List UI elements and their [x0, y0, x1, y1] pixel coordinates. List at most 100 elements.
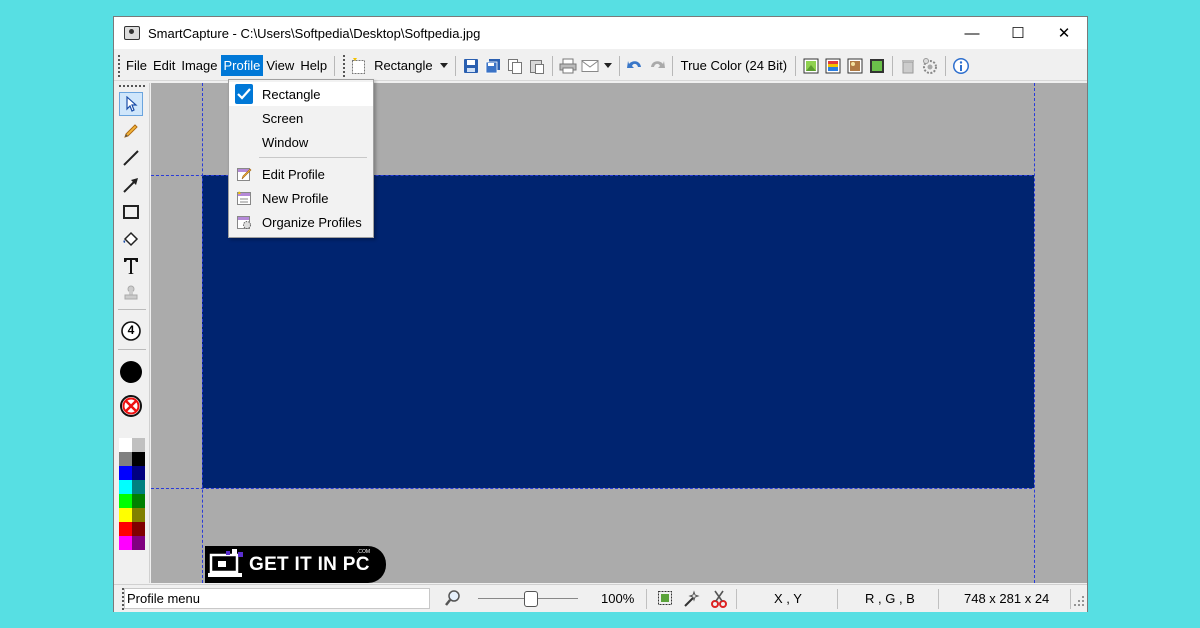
- brush-size-icon[interactable]: [119, 360, 143, 384]
- magic-wand-icon[interactable]: [682, 590, 700, 611]
- edit-profile-icon: [235, 165, 253, 183]
- tools-grip[interactable]: [119, 85, 145, 87]
- menu-separator: [259, 157, 367, 158]
- color-swatch[interactable]: [119, 480, 132, 494]
- color-swatch[interactable]: [119, 494, 132, 508]
- capture-mode-label[interactable]: Rectangle: [370, 58, 437, 73]
- redo-icon[interactable]: [646, 55, 668, 77]
- color-swatch[interactable]: [132, 452, 145, 466]
- scissors-icon[interactable]: [710, 590, 728, 611]
- menu-item-window[interactable]: Window: [229, 130, 373, 154]
- settings-icon[interactable]: [919, 55, 941, 77]
- no-fill-icon[interactable]: [119, 394, 143, 418]
- minimize-button[interactable]: —: [949, 17, 995, 49]
- color-swatch[interactable]: [119, 438, 132, 452]
- selection-guide-left: [202, 83, 203, 583]
- menu-item-rectangle[interactable]: Rectangle: [229, 82, 373, 106]
- rectangle-tool-icon[interactable]: [119, 200, 143, 224]
- palette-icon[interactable]: [822, 55, 844, 77]
- save-all-icon[interactable]: [482, 55, 504, 77]
- stamp-tool-icon[interactable]: [119, 281, 143, 305]
- menu-item-label: Window: [262, 134, 309, 150]
- selection-guide-bottom: [151, 488, 1087, 489]
- save-icon[interactable]: [460, 55, 482, 77]
- pointer-tool-icon[interactable]: [119, 92, 143, 116]
- zoom-slider-thumb[interactable]: [524, 591, 538, 607]
- email-dropdown-icon[interactable]: [601, 55, 615, 77]
- numbering-tool-value: 4: [127, 323, 135, 337]
- color-swatch[interactable]: [132, 522, 145, 536]
- copy-icon[interactable]: [504, 55, 526, 77]
- menu-item-label: Screen: [262, 110, 304, 126]
- menu-item-new-profile[interactable]: New Profile: [229, 186, 373, 210]
- status-separator: [837, 589, 838, 609]
- palette-row: [119, 508, 145, 522]
- color-swatch[interactable]: [132, 480, 145, 494]
- fill-tool-icon[interactable]: [119, 227, 143, 251]
- frame-icon[interactable]: [866, 55, 888, 77]
- palette-row: [119, 466, 145, 480]
- status-bar: Profile menu 100% X , Y R , G , B 748 x …: [114, 584, 1087, 612]
- color-swatch[interactable]: [132, 536, 145, 550]
- profile-menu: Rectangle Screen Window Edit Profile New…: [228, 79, 374, 238]
- toolbar-separator: [334, 55, 336, 76]
- undo-icon[interactable]: [624, 55, 646, 77]
- rectangle-capture-icon[interactable]: [348, 55, 370, 77]
- paste-icon[interactable]: [526, 55, 548, 77]
- text-tool-icon[interactable]: [119, 254, 143, 278]
- arrow-tool-icon[interactable]: [119, 173, 143, 197]
- menu-item-screen[interactable]: Screen: [229, 106, 373, 130]
- picture-icon[interactable]: [844, 55, 866, 77]
- menu-profile[interactable]: Profile: [220, 55, 264, 76]
- tools-panel: 4: [114, 83, 150, 583]
- status-separator: [736, 589, 737, 609]
- status-separator: [646, 589, 647, 609]
- color-swatch[interactable]: [119, 536, 132, 550]
- maximize-button[interactable]: ☐: [995, 17, 1041, 49]
- image-dimensions: 748 x 281 x 24: [964, 591, 1050, 606]
- new-profile-icon: [235, 189, 253, 207]
- toolbar-grip[interactable]: [118, 54, 120, 77]
- title-bar: SmartCapture - C:\Users\Softpedia\Deskto…: [114, 17, 1087, 49]
- color-depth-button[interactable]: True Color (24 Bit): [677, 58, 791, 73]
- color-swatch[interactable]: [119, 522, 132, 536]
- toolbar-separator: [892, 55, 894, 76]
- toolbar-separator: [551, 55, 553, 76]
- menu-item-label: Organize Profiles: [262, 214, 362, 230]
- crop-select-icon[interactable]: [657, 590, 673, 609]
- window-controls: — ☐ ✕: [949, 17, 1087, 49]
- menu-item-organize-profiles[interactable]: Organize Profiles: [229, 210, 373, 234]
- tools-separator: [118, 309, 146, 310]
- menu-file[interactable]: File: [123, 55, 150, 76]
- print-icon[interactable]: [557, 55, 579, 77]
- menu-view[interactable]: View: [263, 55, 297, 76]
- color-swatch[interactable]: [119, 466, 132, 480]
- menu-edit[interactable]: Edit: [150, 55, 178, 76]
- color-swatch[interactable]: [132, 494, 145, 508]
- line-tool-icon[interactable]: [119, 146, 143, 170]
- menu-item-edit-profile[interactable]: Edit Profile: [229, 162, 373, 186]
- email-icon[interactable]: [579, 55, 601, 77]
- capture-mode-dropdown-icon[interactable]: [437, 55, 451, 77]
- organize-profiles-icon: [235, 213, 253, 231]
- menu-help[interactable]: Help: [297, 55, 330, 76]
- image-props-icon[interactable]: [800, 55, 822, 77]
- menu-item-label: Edit Profile: [262, 166, 325, 182]
- numbering-tool-icon[interactable]: 4: [119, 319, 143, 343]
- resize-grip-icon[interactable]: [1073, 595, 1085, 610]
- color-swatch[interactable]: [132, 466, 145, 480]
- zoom-icon[interactable]: [444, 589, 462, 610]
- color-swatch[interactable]: [132, 438, 145, 452]
- color-swatch[interactable]: [119, 452, 132, 466]
- trash-icon[interactable]: [897, 55, 919, 77]
- color-swatch[interactable]: [119, 508, 132, 522]
- toolbar-separator: [671, 55, 673, 76]
- pixel-rgb: R , G , B: [865, 591, 915, 606]
- toolbar-grip[interactable]: [343, 54, 346, 77]
- close-button[interactable]: ✕: [1041, 17, 1087, 49]
- info-icon[interactable]: [950, 55, 972, 77]
- color-swatch[interactable]: [132, 508, 145, 522]
- watermark-text: GET IT IN PC: [249, 553, 370, 575]
- menu-image[interactable]: Image: [178, 55, 220, 76]
- pencil-tool-icon[interactable]: [119, 119, 143, 143]
